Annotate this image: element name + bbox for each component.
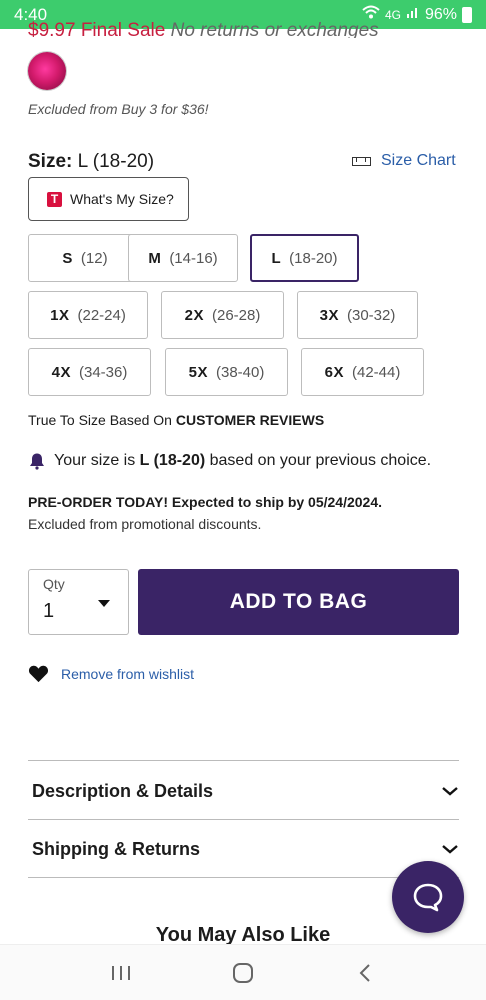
- size-range: (14-16): [169, 249, 218, 267]
- true-to-size-note: True To Size Based On CUSTOMER REVIEWS: [28, 412, 324, 428]
- price: $9.97: [28, 20, 76, 38]
- battery-icon: [462, 6, 472, 23]
- divider: [28, 877, 459, 878]
- size-code: 1X: [50, 306, 70, 324]
- qty-label: Qty: [43, 576, 65, 592]
- size-reminder-suffix: based on your previous choice.: [205, 452, 432, 469]
- size-code: 5X: [188, 363, 208, 381]
- size-option-s[interactable]: S (12): [28, 234, 142, 282]
- size-option-6x[interactable]: 6X (42-44): [301, 348, 424, 396]
- description-accordion[interactable]: Description & Details: [28, 763, 459, 819]
- color-swatch[interactable]: [28, 52, 66, 90]
- price-line: $9.97 Final Sale No returns or exchanges: [28, 20, 379, 38]
- size-code: M: [148, 249, 162, 267]
- final-sale-label: Final Sale: [80, 20, 166, 38]
- size-option-4x[interactable]: 4X (34-36): [28, 348, 151, 396]
- selected-size: L (18-20): [77, 151, 155, 172]
- add-to-bag-button[interactable]: ADD TO BAG: [138, 569, 459, 635]
- size-reminder-size: L (18-20): [139, 452, 206, 469]
- qty-value: 1: [43, 600, 55, 622]
- size-range: (34-36): [79, 363, 128, 381]
- back-icon: [359, 963, 370, 982]
- quantity-select[interactable]: Qty 1: [28, 569, 129, 635]
- you-may-also-like-heading: You May Also Like: [155, 924, 331, 944]
- whats-my-size-button[interactable]: T What's My Size?: [28, 177, 189, 221]
- chevron-down-icon: [442, 845, 458, 854]
- wishlist-toggle[interactable]: Remove from wishlist: [28, 664, 194, 683]
- recent-apps-button[interactable]: [101, 953, 141, 993]
- chat-button[interactable]: [392, 861, 464, 933]
- chat-bubble-icon: [413, 883, 443, 912]
- size-code: S: [62, 249, 73, 267]
- heart-icon: [28, 665, 49, 683]
- size-chart-label: Size Chart: [381, 152, 456, 169]
- size-code: L: [271, 249, 282, 267]
- size-code: 2X: [184, 306, 204, 324]
- ruler-icon: [352, 156, 371, 166]
- true-to-size-prefix: True To Size Based On: [28, 412, 176, 428]
- size-chart-link[interactable]: Size Chart: [352, 152, 456, 170]
- size-range: (42-44): [352, 363, 401, 381]
- whats-my-size-label: What's My Size?: [70, 191, 174, 207]
- size-range: (18-20): [289, 249, 338, 267]
- divider: [28, 760, 459, 761]
- size-reminder: Your size is L (18-20) based on your pre…: [28, 452, 431, 470]
- signal-icon: [406, 5, 420, 24]
- wishlist-label: Remove from wishlist: [61, 665, 195, 682]
- battery-percent: 96%: [424, 5, 457, 23]
- chevron-down-icon: [442, 787, 458, 796]
- size-reminder-prefix: Your size is: [54, 452, 140, 469]
- home-icon: [233, 962, 253, 983]
- size-range: (26-28): [212, 306, 261, 324]
- bell-icon: [30, 453, 44, 470]
- promo-discount-note: Excluded from promotional discounts.: [28, 516, 262, 532]
- final-sale-note: No returns or exchanges: [170, 20, 379, 38]
- caret-down-icon: [98, 600, 110, 607]
- home-button[interactable]: [223, 953, 263, 993]
- size-option-l[interactable]: L (18-20): [250, 234, 359, 282]
- size-code: 3X: [319, 306, 339, 324]
- recent-apps-icon: [112, 965, 130, 980]
- preorder-note: PRE-ORDER TODAY! Expected to ship by 05/…: [28, 494, 383, 510]
- divider: [28, 819, 459, 820]
- size-range: (22-24): [77, 306, 126, 324]
- size-label: Size:: [28, 151, 73, 172]
- description-title: Description & Details: [32, 780, 214, 801]
- shipping-title: Shipping & Returns: [32, 838, 200, 859]
- shipping-accordion[interactable]: Shipping & Returns: [28, 821, 459, 877]
- promo-excluded-note: Excluded from Buy 3 for $36!: [28, 101, 209, 117]
- customer-reviews-link[interactable]: CUSTOMER REVIEWS: [176, 412, 324, 428]
- system-nav-bar: [0, 944, 486, 1000]
- back-button[interactable]: [345, 953, 385, 993]
- size-range: (30-32): [347, 306, 396, 324]
- size-heading: Size: L (18-20): [28, 151, 154, 173]
- size-option-2x[interactable]: 2X (26-28): [161, 291, 284, 339]
- size-option-m[interactable]: M (14-16): [128, 234, 238, 282]
- brand-t-icon: T: [47, 191, 62, 207]
- network-type: 4G: [384, 7, 401, 22]
- size-option-3x[interactable]: 3X (30-32): [297, 291, 418, 339]
- size-option-1x[interactable]: 1X (22-24): [28, 291, 148, 339]
- size-code: 4X: [51, 363, 71, 381]
- size-option-5x[interactable]: 5X (38-40): [165, 348, 288, 396]
- size-range: (38-40): [216, 363, 265, 381]
- size-range: (12): [80, 249, 108, 267]
- size-code: 6X: [324, 363, 344, 381]
